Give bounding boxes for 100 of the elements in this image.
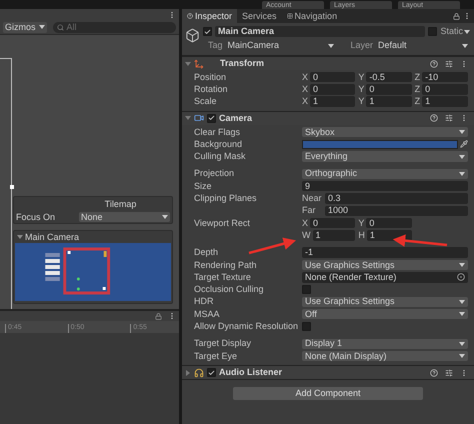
axis-label: Z xyxy=(414,72,420,82)
number-field[interactable]: 0 xyxy=(366,84,412,95)
axis-label: W xyxy=(302,230,310,240)
check-icon xyxy=(204,28,211,36)
name-field[interactable]: Main Camera xyxy=(215,26,426,37)
dropdown[interactable]: Use Graphics Settings xyxy=(302,296,468,308)
expand-arrow-icon[interactable] xyxy=(185,370,191,376)
dropdown[interactable]: Use Graphics Settings xyxy=(302,260,468,270)
number-field[interactable]: 1 xyxy=(310,96,356,107)
axes-icon xyxy=(194,58,204,68)
expand-arrow-icon[interactable] xyxy=(17,234,23,240)
axis-label: X xyxy=(302,72,308,82)
number-field[interactable]: 1 xyxy=(422,96,468,107)
settings-icon[interactable] xyxy=(445,60,453,68)
property-label: Culling Mask xyxy=(194,152,247,162)
dropdown[interactable]: Skybox xyxy=(302,126,468,138)
number-field[interactable]: 1 xyxy=(366,96,412,107)
number-field[interactable]: 1000 xyxy=(325,206,468,216)
scene-view[interactable]: Tilemap Focus On None Main Camera xyxy=(0,35,179,309)
component-title: Camera xyxy=(219,114,254,123)
axis-label: Y xyxy=(358,84,364,94)
dropdown-caret-icon xyxy=(459,300,465,304)
property-label: Occlusion Culling xyxy=(194,285,265,294)
axis-label: Y xyxy=(358,97,364,106)
annotation-arrow xyxy=(248,238,296,254)
lock-icon[interactable] xyxy=(453,12,460,20)
checkbox[interactable] xyxy=(207,368,216,378)
checkbox[interactable] xyxy=(203,27,212,36)
checkbox[interactable] xyxy=(428,27,438,36)
eyedropper-icon[interactable] xyxy=(460,140,468,148)
help-icon[interactable] xyxy=(430,114,438,122)
tag-label: Tag xyxy=(208,41,223,50)
property-label: Depth xyxy=(194,248,220,258)
property-label: Rendering Path xyxy=(194,260,258,270)
number-field[interactable]: 9 xyxy=(302,180,468,192)
axis-label: X xyxy=(302,97,308,106)
dropdown[interactable]: None xyxy=(79,212,170,222)
property-label: Clipping Planes xyxy=(194,194,258,204)
dropdown[interactable]: Off xyxy=(302,308,468,320)
property-label: Allow Dynamic Resolution xyxy=(194,322,300,331)
property-label: Focus On xyxy=(16,212,56,222)
axis-label: Y xyxy=(358,218,364,228)
property-label: Target Texture xyxy=(194,272,252,282)
static-dropdown[interactable]: Static xyxy=(440,27,470,36)
axis-label: Near xyxy=(302,194,323,204)
tag-dropdown[interactable]: MainCamera xyxy=(226,40,336,50)
checkbox[interactable] xyxy=(302,322,311,331)
dropdown[interactable]: Orthographic xyxy=(302,168,468,180)
checkbox[interactable] xyxy=(302,285,311,294)
number-field[interactable]: 0 xyxy=(422,84,468,95)
object-field[interactable]: None (Render Texture) xyxy=(302,272,468,283)
number-field[interactable]: 0 xyxy=(310,72,356,82)
number-field[interactable]: 0 xyxy=(310,218,356,228)
property-label: Scale xyxy=(194,97,218,106)
expand-arrow-icon[interactable] xyxy=(185,115,191,122)
number-field[interactable]: 0 xyxy=(366,218,412,228)
panel-tab[interactable]: Inspector xyxy=(182,9,238,23)
number-field[interactable]: -10 xyxy=(422,72,468,82)
help-icon[interactable] xyxy=(430,60,438,68)
lock-icon[interactable] xyxy=(155,312,162,320)
checkbox[interactable] xyxy=(207,114,216,123)
component-title: Transform xyxy=(220,59,266,68)
panel-tab[interactable]: Navigation xyxy=(282,9,342,23)
dropdown-caret-icon xyxy=(464,30,470,34)
panel-tab[interactable]: Services xyxy=(237,9,282,23)
bounds-handle[interactable] xyxy=(10,185,14,189)
settings-icon[interactable] xyxy=(445,114,453,122)
object-picker-icon[interactable] xyxy=(457,273,465,282)
number-field[interactable]: 0 xyxy=(310,84,356,95)
number-field[interactable]: 1 xyxy=(312,230,356,241)
property-label: Target Display xyxy=(194,339,252,348)
dropdown-caret-icon xyxy=(459,342,465,346)
number-field[interactable]: -1 xyxy=(302,247,468,258)
check-icon xyxy=(208,114,215,122)
dropdown-caret-icon xyxy=(328,44,334,48)
settings-icon[interactable] xyxy=(445,368,453,377)
number-field[interactable]: -0.5 xyxy=(366,72,412,82)
overlay-title: Main Camera xyxy=(25,232,80,242)
dropdown[interactable]: Everything xyxy=(302,151,468,162)
property-label: Position xyxy=(194,72,228,82)
axis-label: Far xyxy=(302,206,316,216)
gizmos-dropdown[interactable]: Gizmos xyxy=(3,22,47,32)
axis-label: X xyxy=(302,218,308,228)
property-label: Size xyxy=(194,182,213,191)
annotation-arrow xyxy=(392,234,448,247)
dropdown[interactable]: None (Main Display) xyxy=(302,350,468,362)
layer-label: Layer xyxy=(350,41,374,50)
property-label: Viewport Rect xyxy=(194,218,251,228)
color-swatch[interactable] xyxy=(302,140,458,149)
axis-label: Z xyxy=(414,97,420,106)
dropdown-caret-icon xyxy=(162,215,168,219)
help-icon[interactable] xyxy=(430,368,438,377)
property-label: Rotation xyxy=(194,84,229,94)
expand-arrow-icon[interactable] xyxy=(185,60,191,66)
property-label: HDR xyxy=(194,297,214,306)
number-field[interactable]: 0.3 xyxy=(325,193,468,204)
layer-dropdown[interactable]: Default xyxy=(376,40,470,50)
add-component-button[interactable]: Add Component xyxy=(233,387,423,400)
dropdown[interactable]: Display 1 xyxy=(302,338,468,350)
overlay-title: Tilemap xyxy=(104,200,136,209)
